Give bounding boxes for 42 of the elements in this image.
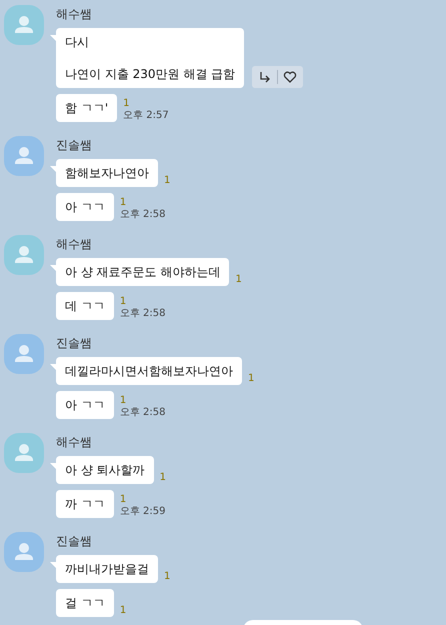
avatar[interactable] — [4, 5, 44, 45]
sender-name: 진솔쌤 — [56, 137, 93, 154]
message-bubble: 데낄라마시면서함해보자나연아 — [56, 357, 242, 385]
message-bubble: 걸 ㄱㄱ — [56, 589, 114, 617]
unread-count: 1 — [120, 197, 128, 209]
message-time: 오후 2:58 — [120, 407, 166, 419]
unread-count: 1 — [164, 175, 170, 187]
avatar[interactable] — [4, 235, 44, 275]
unread-count: 1 — [120, 605, 126, 617]
message-time: 오후 2:58 — [120, 209, 166, 221]
avatar[interactable] — [4, 136, 44, 176]
unread-count: 1 — [120, 296, 128, 308]
sender-name: 해수쌤 — [56, 6, 93, 23]
unread-count: 1 — [235, 274, 242, 286]
unread-count: 1 — [120, 395, 128, 407]
avatar[interactable] — [4, 532, 44, 572]
message-bubble: 까비내가받을걸 — [56, 555, 158, 583]
message-bubble: 데 ㄱㄱ — [56, 292, 114, 320]
avatar[interactable] — [4, 334, 44, 374]
sender-name: 해수쌤 — [56, 434, 93, 451]
unread-count: 1 — [248, 373, 254, 385]
message-time: 오후 2:59 — [120, 506, 166, 518]
unread-count: 1 — [164, 571, 170, 583]
reply-icon[interactable] — [258, 70, 272, 84]
unread-count: 1 — [123, 98, 130, 110]
message-bubble: 아 샹 재료주문도 해야하는데 — [56, 258, 230, 286]
heart-icon[interactable] — [283, 70, 298, 84]
message-bubble: 까 ㄱㄱ — [56, 490, 114, 518]
sender-name: 진솔쌤 — [56, 533, 93, 550]
sender-name: 진솔쌤 — [56, 335, 93, 352]
message-bubble: 아 ㄱㄱ — [56, 391, 114, 419]
message-bubble: 아 ㄱㄱ — [56, 193, 114, 221]
unread-count: 1 — [160, 472, 166, 484]
message-bubble: 다시 나연이 지출 230만원 해결 급함 — [56, 28, 244, 88]
unread-count: 1 — [120, 494, 128, 506]
avatar[interactable] — [4, 433, 44, 473]
message-bubble: 함해보자나연아 — [56, 159, 158, 187]
message-time: 오후 2:58 — [120, 308, 166, 320]
message-bubble: 아 샹 퇴사할까 — [56, 456, 154, 484]
message-time: 오후 2:57 — [123, 110, 169, 122]
sender-name: 해수쌤 — [56, 236, 93, 253]
message-bubble: 함 ㄱㄱ' — [56, 94, 118, 122]
